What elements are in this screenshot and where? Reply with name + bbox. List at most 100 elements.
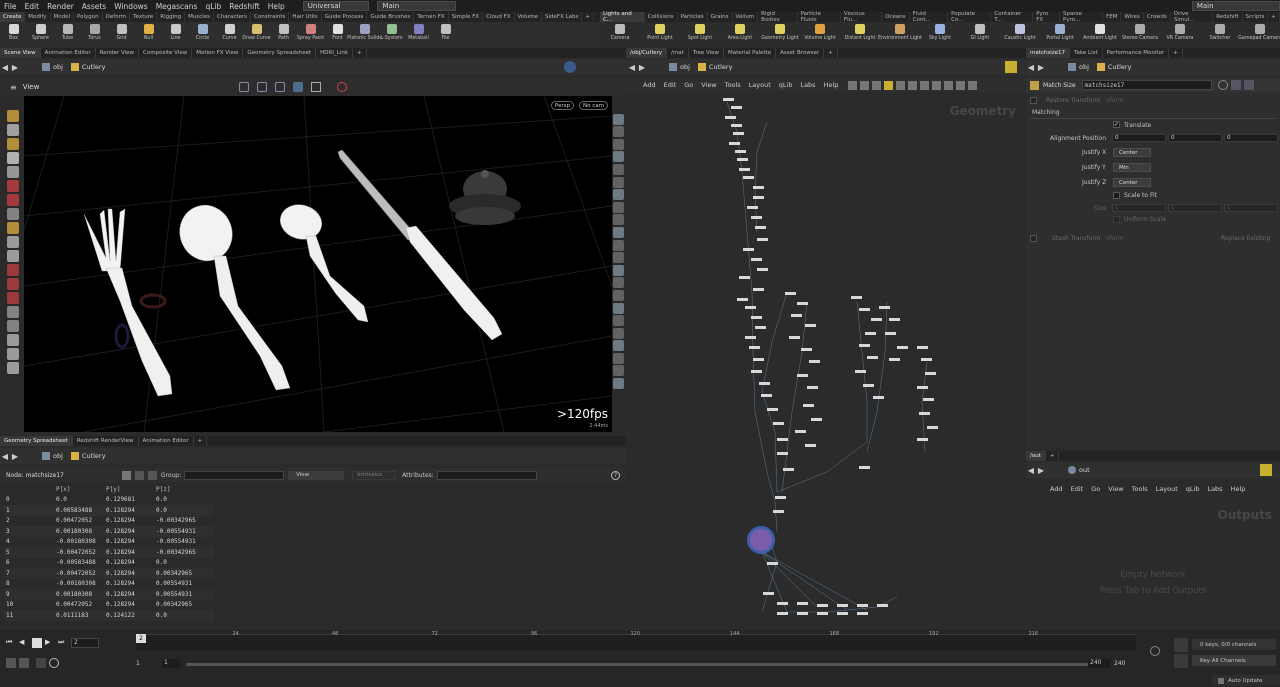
network-node[interactable] xyxy=(777,452,788,455)
menu-qlib[interactable]: qLib xyxy=(201,2,225,11)
axes-icon[interactable] xyxy=(613,365,624,377)
selected-node[interactable] xyxy=(747,526,775,554)
handle-tool-icon[interactable] xyxy=(7,194,19,206)
network-node[interactable] xyxy=(753,358,764,361)
network-node[interactable] xyxy=(801,348,812,351)
shelf-tool-l-system[interactable]: L-System xyxy=(378,22,405,48)
network-node[interactable] xyxy=(867,356,878,359)
add-tab-button[interactable]: + xyxy=(1169,48,1183,58)
network-node[interactable] xyxy=(807,386,818,389)
ghost-icon[interactable] xyxy=(613,176,624,188)
network-node[interactable] xyxy=(785,292,796,295)
grid-icon[interactable] xyxy=(860,80,870,90)
scene-dropdown[interactable]: Main xyxy=(377,1,456,11)
table-row[interactable]: 0 0.0 0.129681 0.0 xyxy=(4,495,214,506)
network-node[interactable] xyxy=(863,384,874,387)
network-node[interactable] xyxy=(797,612,808,615)
network-node[interactable] xyxy=(877,604,888,607)
scene-viewport[interactable]: Persp No cam >120fps 2.44ms xyxy=(0,95,665,433)
network-node[interactable] xyxy=(753,288,764,291)
safe-area-icon[interactable] xyxy=(613,239,624,251)
tab-composite-view[interactable]: Composite View xyxy=(139,48,193,58)
shelf-tool-gi-light[interactable]: GI Light xyxy=(960,22,1000,48)
tab-geometry-spreadsheet[interactable]: Geometry Spreadsheet xyxy=(243,48,317,58)
network-node[interactable] xyxy=(755,226,766,229)
shelf-tool-ambient-light[interactable]: Ambient Light xyxy=(1080,22,1120,48)
network-node[interactable] xyxy=(737,158,748,161)
playhead[interactable]: 2 xyxy=(136,634,146,643)
keyframe-icon[interactable] xyxy=(6,658,16,668)
normals-icon[interactable] xyxy=(613,151,624,163)
shelf-tab-container-t[interactable]: Container T... xyxy=(991,11,1034,23)
add-tab-button[interactable]: + xyxy=(353,48,367,58)
sticky-note-icon[interactable] xyxy=(1005,61,1017,73)
network-node[interactable] xyxy=(917,438,928,441)
shelf-tab-particle-fluids[interactable]: Particle Fluids xyxy=(798,11,841,23)
shelf-tab-oceans[interactable]: Oceans xyxy=(882,12,910,22)
network-node[interactable] xyxy=(857,604,868,607)
forward-arrow-icon[interactable]: ▶ xyxy=(1036,465,1046,475)
stop-icon[interactable] xyxy=(32,638,42,648)
network-node[interactable] xyxy=(753,196,764,199)
search-icon[interactable] xyxy=(1150,646,1160,656)
shelf-tool-sky-light[interactable]: Sky Light xyxy=(920,22,960,48)
network-node[interactable] xyxy=(879,306,890,309)
back-arrow-icon[interactable]: ◀ xyxy=(1026,62,1036,72)
out-menu-help[interactable]: Help xyxy=(1227,485,1250,493)
node-name-field[interactable]: matchsize17 xyxy=(1081,80,1212,90)
network-node[interactable] xyxy=(743,248,754,251)
measure-tool-icon[interactable] xyxy=(7,250,19,262)
path-obj[interactable]: obj xyxy=(38,63,67,71)
color-icon[interactable] xyxy=(908,80,918,90)
table-row[interactable]: 11 0.0111183 0.124122 0.0 xyxy=(4,610,214,621)
network-node[interactable] xyxy=(783,468,794,471)
network-node[interactable] xyxy=(837,604,848,607)
menu-render[interactable]: Render xyxy=(43,2,78,11)
shelf-tool-grid[interactable]: Grid xyxy=(108,22,135,48)
shelf-tool-stereo-camera[interactable]: Stereo Camera xyxy=(1120,22,1160,48)
out-menu-edit[interactable]: Edit xyxy=(1067,485,1088,493)
shelf-tool-font[interactable]: Font xyxy=(324,22,351,48)
network-node[interactable] xyxy=(865,332,876,335)
geometry-spreadsheet[interactable]: P[x] P[y] P[z] 0 0.0 0.129681 0.0 1 0.0058348… xyxy=(4,484,616,626)
shelf-tab-drive-simul[interactable]: Drive Simul... xyxy=(1171,11,1214,23)
shelf-tab-crowds[interactable]: Crowds xyxy=(1144,12,1171,22)
network-node[interactable] xyxy=(737,298,748,301)
network-menu-layout[interactable]: Layout xyxy=(745,81,775,89)
shelf-tab-populate-co[interactable]: Populate Co... xyxy=(948,11,992,23)
table-row[interactable]: 4 -0.00180308 0.128294 -0.00554931 xyxy=(4,537,214,548)
end-frame[interactable]: 240 xyxy=(1114,660,1125,667)
scale-fit-checkbox[interactable] xyxy=(1113,192,1120,199)
tab-performance-monitor[interactable]: Performance Monitor xyxy=(1103,48,1170,58)
shelf-tab-constraints[interactable]: Constraints xyxy=(251,12,290,22)
key-icon[interactable] xyxy=(1174,638,1188,652)
shelf-tab-wires[interactable]: Wires xyxy=(1121,12,1144,22)
network-node[interactable] xyxy=(777,612,788,615)
add-shelf-button[interactable]: + xyxy=(582,12,594,22)
help-icon[interactable] xyxy=(1230,80,1241,90)
pose-tool-icon[interactable] xyxy=(7,138,19,150)
shelf-tab-grains[interactable]: Grains xyxy=(708,12,733,22)
back-arrow-icon[interactable]: ◀ xyxy=(1026,465,1036,475)
magnet-tool-icon[interactable] xyxy=(7,180,19,192)
shelf-tab-modify[interactable]: Modify xyxy=(25,12,51,22)
prim-mode-icon[interactable] xyxy=(147,470,157,480)
handle-icon[interactable] xyxy=(257,82,268,92)
shelf-tab-rigging[interactable]: Rigging xyxy=(157,12,186,22)
col-px[interactable]: P[x] xyxy=(54,484,104,495)
network-node[interactable] xyxy=(739,168,750,171)
network-node[interactable] xyxy=(731,106,742,109)
network-menu-qlib[interactable]: qLib xyxy=(775,81,797,89)
box-icon[interactable] xyxy=(896,80,906,90)
snapshot-icon[interactable] xyxy=(613,315,624,327)
network-node[interactable] xyxy=(753,186,764,189)
stash-checkbox[interactable] xyxy=(1030,235,1037,242)
go-start-icon[interactable]: ⏮ xyxy=(6,638,16,648)
col-py[interactable]: P[y] xyxy=(104,484,154,495)
loop-icon[interactable] xyxy=(36,658,46,668)
table-row[interactable]: 3 0.00180308 0.128294 -0.00554931 xyxy=(4,526,214,537)
network-node[interactable] xyxy=(805,444,816,447)
network-node[interactable] xyxy=(837,612,848,615)
network-node[interactable] xyxy=(747,206,758,209)
shelf-tab-lights-and-c[interactable]: Lights and C... xyxy=(600,11,645,23)
